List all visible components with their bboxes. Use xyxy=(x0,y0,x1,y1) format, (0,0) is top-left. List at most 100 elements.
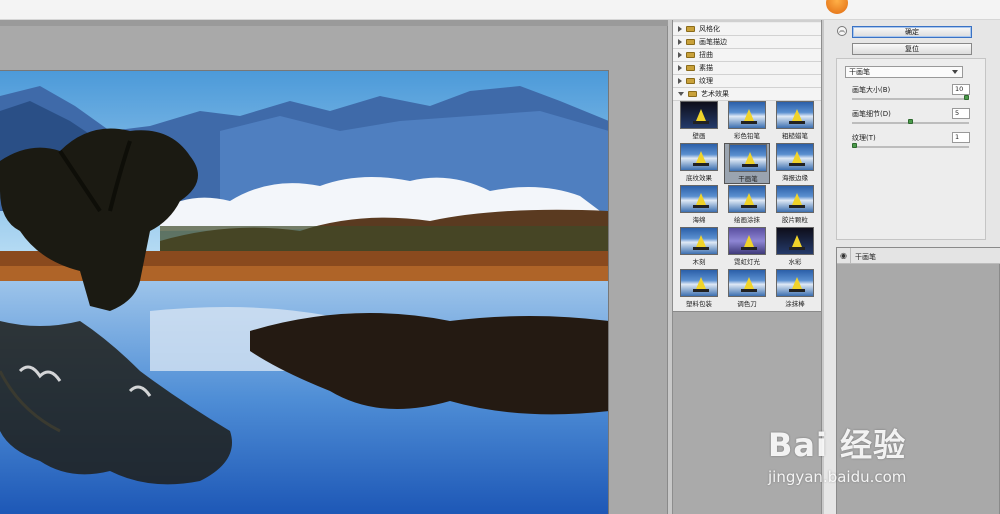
folder-artistic[interactable]: 艺术效果 xyxy=(673,88,821,101)
brush-detail-input[interactable]: 5 xyxy=(952,108,970,119)
thumb-smudge-stick[interactable]: 涂抹棒 xyxy=(772,269,818,310)
folder-label: 纹理 xyxy=(699,77,713,85)
thumbnail-image xyxy=(776,143,814,171)
sailboat-sail xyxy=(744,109,754,121)
thumbnail-image xyxy=(776,269,814,297)
thumbnail-label: 调色刀 xyxy=(737,300,757,308)
collapse-arrow-icon[interactable] xyxy=(678,92,684,96)
folder-brush-strokes[interactable]: 画笔描边 xyxy=(673,36,821,49)
thumbnail-label: 壁画 xyxy=(692,132,706,140)
thumbnail-image xyxy=(729,144,767,172)
filter-type-select[interactable]: 干画笔 xyxy=(845,66,963,78)
expand-arrow-icon[interactable] xyxy=(678,65,682,71)
slider-track[interactable] xyxy=(852,146,969,148)
thumbnail-image xyxy=(728,227,766,255)
thumb-rough-pastels[interactable]: 粗糙蜡笔 xyxy=(772,101,818,142)
param-label: 纹理(T) xyxy=(852,134,876,142)
sailboat-hull xyxy=(789,289,805,292)
folder-distort[interactable]: 扭曲 xyxy=(673,49,821,62)
baidu-jingyan-watermark: Bai 经验 jingyan.baidu.com xyxy=(768,408,948,488)
thumbnail-label: 彩色铅笔 xyxy=(734,132,760,140)
thumb-fresco[interactable]: 壁画 xyxy=(676,101,722,142)
thumbnail-label: 绘画涂抹 xyxy=(734,216,760,224)
sailboat-sail xyxy=(745,152,755,164)
folder-stylize[interactable]: 风格化 xyxy=(673,23,821,36)
thumb-plastic-wrap[interactable]: 塑料包装 xyxy=(676,269,722,310)
thumbnail-image xyxy=(776,185,814,213)
param-label: 画笔大小(B) xyxy=(852,86,891,94)
thumbnail-image xyxy=(680,269,718,297)
preview-divider xyxy=(0,20,668,26)
preview-pane[interactable] xyxy=(0,20,668,514)
expand-arrow-icon[interactable] xyxy=(678,52,682,58)
sailboat-hull xyxy=(789,121,805,124)
brush-detail-slider-handle[interactable] xyxy=(908,119,913,124)
thumbnail-label: 海绵 xyxy=(692,216,706,224)
double-chevron-up-icon[interactable]: ︽ xyxy=(837,26,847,36)
sailboat-sail xyxy=(792,193,802,205)
sailboat-sail xyxy=(744,277,754,289)
slider-track[interactable] xyxy=(852,98,969,100)
effect-layer-row[interactable]: ◉ 干画笔 xyxy=(837,248,1000,264)
sailboat-sail xyxy=(696,235,706,247)
param-brush-detail: 画笔细节(D) 5 xyxy=(845,108,975,128)
texture-input[interactable]: 1 xyxy=(952,132,970,143)
thumbnail-image xyxy=(728,185,766,213)
thumb-cutout[interactable]: 木刻 xyxy=(676,227,722,268)
thumbnail-image xyxy=(680,101,718,129)
watermark-url: jingyan.baidu.com xyxy=(768,468,907,486)
texture-slider-handle[interactable] xyxy=(852,143,857,148)
folder-icon xyxy=(686,52,695,58)
thumb-neon-glow[interactable]: 霓虹灯光 xyxy=(724,227,770,268)
thumbnail-label: 木刻 xyxy=(692,258,706,266)
folder-sketch[interactable]: 素描 xyxy=(673,62,821,75)
param-texture: 纹理(T) 1 xyxy=(845,132,975,152)
filter-type-value: 干画笔 xyxy=(849,68,870,76)
thumb-colored-pencil[interactable]: 彩色铅笔 xyxy=(724,101,770,142)
thumb-sponge[interactable]: 海绵 xyxy=(676,185,722,226)
thumbnail-label: 霓虹灯光 xyxy=(734,258,760,266)
filter-settings-box: 干画笔 画笔大小(B) 10 画笔细节(D) 5 纹理(T) 1 xyxy=(836,58,986,240)
thumb-watercolor[interactable]: 水彩 xyxy=(772,227,818,268)
brush-size-input[interactable]: 10 xyxy=(952,84,970,95)
ok-button[interactable]: 确定 xyxy=(852,26,972,38)
folder-label: 艺术效果 xyxy=(701,90,729,98)
folder-label: 素描 xyxy=(699,64,713,72)
sailboat-sail xyxy=(696,277,706,289)
sailboat-sail xyxy=(696,151,706,163)
thumbnail-label: 粗糙蜡笔 xyxy=(782,132,808,140)
sailboat-hull xyxy=(789,163,805,166)
landscape-painting xyxy=(0,71,608,514)
expand-arrow-icon[interactable] xyxy=(678,26,682,32)
thumbnail-label: 干画笔 xyxy=(738,175,758,183)
chevron-down-icon xyxy=(952,70,958,74)
thumb-palette-knife[interactable]: 调色刀 xyxy=(724,269,770,310)
thumb-underpainting[interactable]: 底纹效果 xyxy=(676,143,722,184)
sailboat-sail xyxy=(744,193,754,205)
app-logo-icon xyxy=(826,0,848,14)
thumb-dry-brush[interactable]: 干画笔 xyxy=(724,143,770,184)
thumbnail-label: 水彩 xyxy=(788,258,802,266)
thumb-film-grain[interactable]: 胶片颗粒 xyxy=(772,185,818,226)
thumb-paint-daubs[interactable]: 绘画涂抹 xyxy=(724,185,770,226)
filter-thumbnail-grid: 壁画 彩色铅笔 粗糙蜡笔 底纹效果 干画笔 海报边缘 海绵 绘画涂抹 胶片颗粒 … xyxy=(676,101,821,311)
sailboat-sail xyxy=(792,235,802,247)
folder-icon xyxy=(686,78,695,84)
eye-icon[interactable]: ◉ xyxy=(837,248,851,264)
folder-icon xyxy=(686,39,695,45)
brush-size-slider-handle[interactable] xyxy=(964,95,969,100)
thumbnail-label: 胶片颗粒 xyxy=(782,216,808,224)
sailboat-hull xyxy=(789,205,805,208)
folder-icon xyxy=(688,91,697,97)
reset-button[interactable]: 复位 xyxy=(852,43,972,55)
expand-arrow-icon[interactable] xyxy=(678,39,682,45)
folder-texture[interactable]: 纹理 xyxy=(673,75,821,88)
preview-image[interactable] xyxy=(0,70,609,514)
thumb-poster-edges[interactable]: 海报边缘 xyxy=(772,143,818,184)
sailboat-hull xyxy=(741,289,757,292)
expand-arrow-icon[interactable] xyxy=(678,78,682,84)
sailboat-hull xyxy=(741,121,757,124)
thumbnail-image xyxy=(776,101,814,129)
gallery-top-edge xyxy=(673,20,821,22)
folder-label: 风格化 xyxy=(699,25,720,33)
